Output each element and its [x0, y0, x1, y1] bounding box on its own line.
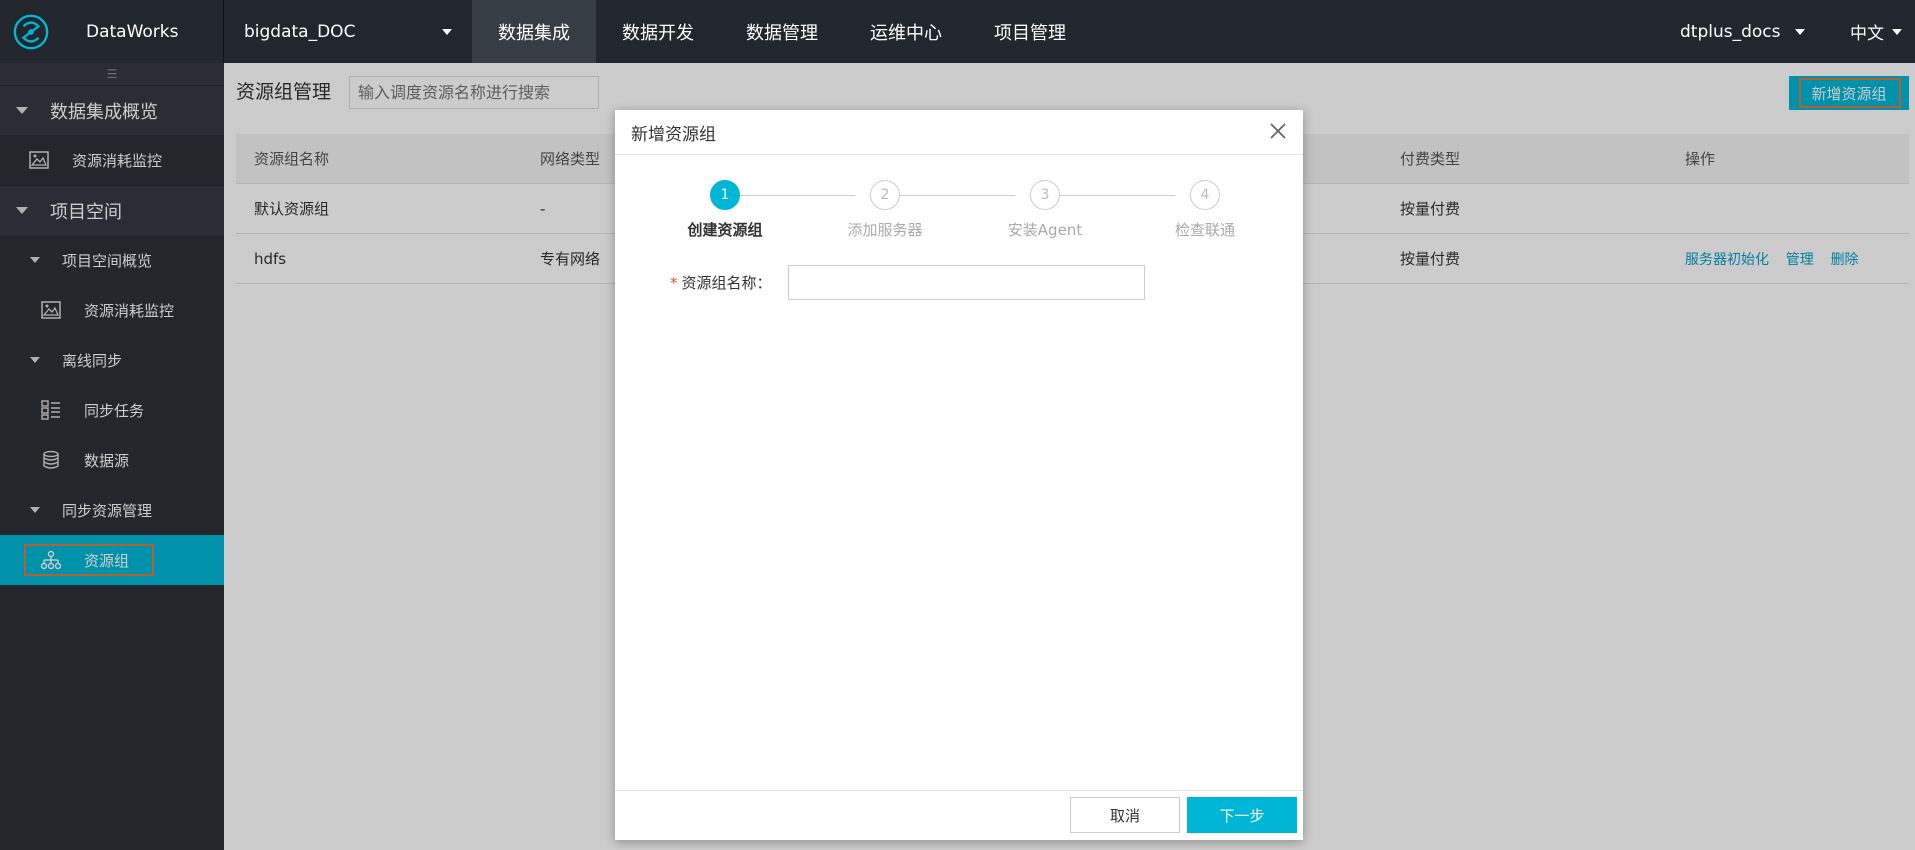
- chevron-down-icon: [442, 28, 452, 35]
- wizard-steps: 1 创建资源组 2 添加服务器 3 安装Agent 4 检查联通: [665, 180, 1235, 240]
- chevron-down-icon: [1892, 28, 1902, 35]
- step-number: 2: [870, 180, 900, 210]
- nav-tab-data-integration[interactable]: 数据集成: [472, 0, 596, 63]
- nav-tab-project-management[interactable]: 项目管理: [968, 0, 1092, 63]
- language-label: 中文: [1850, 24, 1884, 44]
- user-menu[interactable]: dtplus_docs: [1680, 0, 1805, 63]
- dialog-header: 新增资源组: [615, 110, 1303, 155]
- user-name: dtplus_docs: [1680, 21, 1781, 42]
- step-title: 检查联通: [1174, 221, 1235, 239]
- group-name-input[interactable]: [787, 265, 1145, 300]
- step-create-group: 1 创建资源组: [665, 180, 785, 240]
- step-number: 4: [1190, 180, 1220, 210]
- dialog-footer: 取消 下一步: [615, 790, 1303, 840]
- step-number: 1: [710, 180, 740, 210]
- next-step-button[interactable]: 下一步: [1187, 797, 1297, 833]
- step-title: 添加服务器: [847, 221, 923, 239]
- step-number: 3: [1030, 180, 1060, 210]
- add-resource-group-dialog: 新增资源组 1 创建资源组 2 添加服务器 3 安装Agent 4 检查联通 *…: [615, 110, 1303, 840]
- brand-name: DataWorks: [86, 21, 179, 42]
- cancel-button[interactable]: 取消: [1070, 797, 1180, 833]
- step-add-server: 2 添加服务器: [825, 180, 945, 240]
- nav-tab-data-development[interactable]: 数据开发: [596, 0, 720, 63]
- close-icon[interactable]: [1267, 120, 1289, 142]
- step-title: 创建资源组: [687, 221, 763, 239]
- step-title: 安装Agent: [1007, 221, 1083, 239]
- dataworks-logo-icon: [13, 14, 49, 49]
- brand[interactable]: DataWorks: [0, 0, 224, 63]
- main-nav: 数据集成 数据开发 数据管理 运维中心 项目管理: [472, 0, 1092, 63]
- project-selector[interactable]: bigdata_DOC: [224, 0, 472, 63]
- required-mark: *: [670, 273, 678, 292]
- form-row-group-name: * 资源组名称：: [670, 265, 1145, 300]
- step-check-connectivity: 4 检查联通: [1145, 180, 1265, 240]
- language-menu[interactable]: 中文: [1850, 0, 1902, 63]
- chevron-down-icon: [1794, 28, 1805, 35]
- dialog-title: 新增资源组: [631, 124, 716, 145]
- step-install-agent: 3 安装Agent: [985, 180, 1105, 240]
- nav-tab-data-management[interactable]: 数据管理: [720, 0, 844, 63]
- group-name-label: 资源组名称：: [681, 274, 772, 292]
- project-name: bigdata_DOC: [244, 21, 356, 42]
- top-navbar: DataWorks bigdata_DOC 数据集成 数据开发 数据管理 运维中…: [0, 0, 1915, 63]
- nav-tab-operation-center[interactable]: 运维中心: [844, 0, 968, 63]
